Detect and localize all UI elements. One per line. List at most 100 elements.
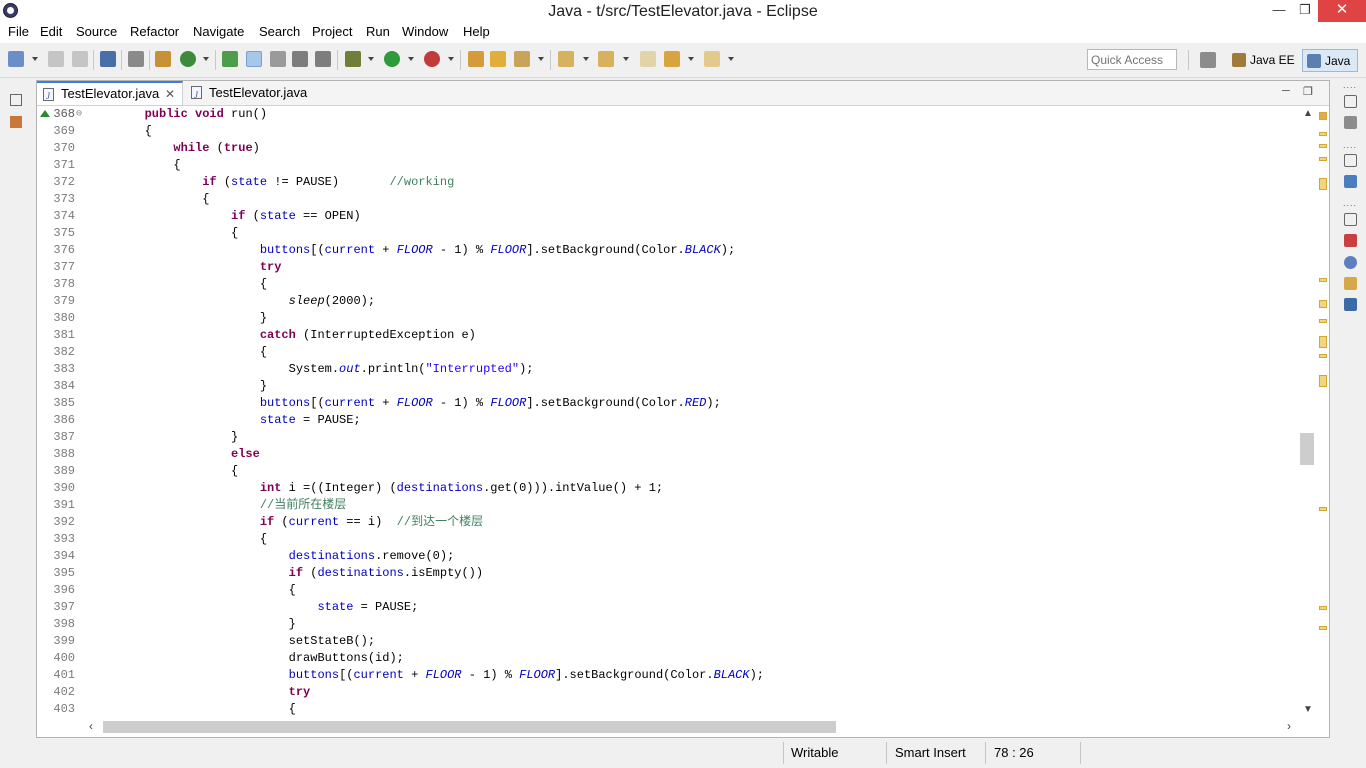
- code-line[interactable]: 387 }: [37, 429, 1299, 446]
- code-line-text[interactable]: buttons[(current + FLOOR - 1) % FLOOR].s…: [87, 667, 764, 684]
- scroll-down-icon[interactable]: ▼: [1303, 704, 1313, 715]
- overview-marker[interactable]: [1319, 144, 1327, 148]
- last-edit-location-icon[interactable]: [640, 51, 656, 67]
- code-line-text[interactable]: if (current == i) //到达一个楼层: [87, 514, 483, 531]
- close-button[interactable]: ✕: [1318, 0, 1366, 22]
- restore-icon[interactable]: [1344, 213, 1357, 226]
- code-line[interactable]: 379 sleep(2000);: [37, 293, 1299, 310]
- overview-marker[interactable]: [1319, 606, 1327, 610]
- code-line-text[interactable]: state = PAUSE;: [87, 599, 418, 616]
- code-line[interactable]: 389 {: [37, 463, 1299, 480]
- new-package-icon[interactable]: [155, 51, 171, 67]
- code-line-text[interactable]: {: [87, 344, 267, 361]
- overview-marker[interactable]: [1319, 112, 1327, 120]
- code-line-text[interactable]: {: [87, 123, 152, 140]
- code-line-text[interactable]: if (state != PAUSE) //working: [87, 174, 454, 191]
- code-line-text[interactable]: buttons[(current + FLOOR - 1) % FLOOR].s…: [87, 395, 721, 412]
- save-all-icon[interactable]: [72, 51, 88, 67]
- show-source-icon[interactable]: [315, 51, 331, 67]
- code-line-text[interactable]: try: [87, 684, 311, 701]
- back-dropdown-icon[interactable]: [688, 57, 694, 61]
- code-line-text[interactable]: }: [87, 429, 238, 446]
- javadoc-icon[interactable]: [1344, 256, 1357, 269]
- restore-icon[interactable]: [1344, 154, 1357, 167]
- menu-edit[interactable]: Edit: [40, 24, 62, 39]
- menu-navigate[interactable]: Navigate: [193, 24, 244, 39]
- code-line[interactable]: 378 {: [37, 276, 1299, 293]
- maximize-button[interactable]: ❐: [1292, 0, 1318, 22]
- code-line-text[interactable]: public void run(): [87, 106, 267, 123]
- code-line[interactable]: 396 {: [37, 582, 1299, 599]
- code-line[interactable]: 373 {: [37, 191, 1299, 208]
- open-folder-icon[interactable]: [490, 51, 506, 67]
- overview-marker[interactable]: [1319, 157, 1327, 161]
- pen-icon[interactable]: [514, 51, 530, 67]
- code-line-text[interactable]: {: [87, 191, 209, 208]
- code-line-text[interactable]: destinations.remove(0);: [87, 548, 455, 565]
- restore-icon[interactable]: [1344, 95, 1357, 108]
- code-line[interactable]: 395 if (destinations.isEmpty()): [37, 565, 1299, 582]
- menu-file[interactable]: File: [8, 24, 29, 39]
- task-list-icon[interactable]: [1344, 116, 1357, 129]
- menu-source[interactable]: Source: [76, 24, 117, 39]
- code-line[interactable]: 385 buttons[(current + FLOOR - 1) % FLOO…: [37, 395, 1299, 412]
- external-tools-dropdown-icon[interactable]: [448, 57, 454, 61]
- code-line[interactable]: 371 {: [37, 157, 1299, 174]
- code-line[interactable]: 381 catch (InterruptedException e): [37, 327, 1299, 344]
- new-class-dropdown-icon[interactable]: [203, 57, 209, 61]
- overview-ruler[interactable]: [1317, 106, 1329, 718]
- toggle-mark-occurrences-icon[interactable]: [246, 51, 262, 67]
- overview-marker[interactable]: [1319, 300, 1327, 308]
- horizontal-scroll-thumb[interactable]: [103, 721, 836, 733]
- overview-marker[interactable]: [1319, 132, 1327, 136]
- code-line[interactable]: 400 drawButtons(id);: [37, 650, 1299, 667]
- code-line-text[interactable]: {: [87, 276, 267, 293]
- terminal-icon[interactable]: [100, 51, 116, 67]
- problems-icon[interactable]: [1344, 234, 1357, 247]
- code-line-text[interactable]: int i =((Integer) (destinations.get(0)))…: [87, 480, 663, 497]
- code-line[interactable]: 377 try: [37, 259, 1299, 276]
- code-line-text[interactable]: state = PAUSE;: [87, 412, 361, 429]
- code-line[interactable]: ⊖ 368 public void run(): [37, 106, 1299, 123]
- code-line-text[interactable]: buttons[(current + FLOOR - 1) % FLOOR].s…: [87, 242, 735, 259]
- code-line[interactable]: 375 {: [37, 225, 1299, 242]
- scroll-left-icon[interactable]: ‹: [89, 719, 93, 733]
- code-line-text[interactable]: if (destinations.isEmpty()): [87, 565, 483, 582]
- tab-testelevator-java-2[interactable]: TestElevator.java: [185, 81, 335, 107]
- back-icon[interactable]: [664, 51, 680, 67]
- open-task-icon[interactable]: [468, 51, 484, 67]
- toggle-block-selection-icon[interactable]: [270, 51, 286, 67]
- outline-icon[interactable]: [1344, 175, 1357, 188]
- skip-breakpoints-icon[interactable]: [128, 51, 144, 67]
- code-line-text[interactable]: }: [87, 616, 296, 633]
- open-perspective-icon[interactable]: [1200, 52, 1216, 68]
- run-dropdown-icon[interactable]: [408, 57, 414, 61]
- overview-marker[interactable]: [1319, 319, 1327, 323]
- code-text[interactable]: ⊖ 368 public void run() 369 {370 while (tr…: [37, 106, 1299, 718]
- code-line[interactable]: 384 }: [37, 378, 1299, 395]
- code-line[interactable]: 374 if (state == OPEN): [37, 208, 1299, 225]
- code-line[interactable]: 383 System.out.println("Interrupted");: [37, 361, 1299, 378]
- code-line-text[interactable]: }: [87, 378, 267, 395]
- code-line[interactable]: 369 {: [37, 123, 1299, 140]
- overview-marker[interactable]: [1319, 375, 1327, 387]
- debug-icon[interactable]: [345, 51, 361, 67]
- code-line[interactable]: 403 {: [37, 701, 1299, 718]
- code-line[interactable]: 392 if (current == i) //到达一个楼层: [37, 514, 1299, 531]
- maximize-editor-icon[interactable]: ❐: [1303, 85, 1313, 98]
- tab-testelevator-java[interactable]: TestElevator.java ✕: [37, 81, 183, 107]
- forward-dropdown-icon[interactable]: [728, 57, 734, 61]
- external-tools-icon[interactable]: [424, 51, 440, 67]
- code-line[interactable]: 399 setStateB();: [37, 633, 1299, 650]
- next-annotation-icon[interactable]: [558, 51, 574, 67]
- menu-project[interactable]: Project: [312, 24, 352, 39]
- show-whitespace-icon[interactable]: [292, 51, 308, 67]
- horizontal-scrollbar[interactable]: ‹ ›: [87, 718, 1299, 736]
- console-icon[interactable]: [1344, 298, 1357, 311]
- overview-marker[interactable]: [1319, 278, 1327, 282]
- code-line-text[interactable]: {: [87, 531, 267, 548]
- code-line[interactable]: 380 }: [37, 310, 1299, 327]
- scroll-up-icon[interactable]: ▲: [1303, 108, 1313, 119]
- code-line[interactable]: 401 buttons[(current + FLOOR - 1) % FLOO…: [37, 667, 1299, 684]
- overview-marker[interactable]: [1319, 336, 1327, 348]
